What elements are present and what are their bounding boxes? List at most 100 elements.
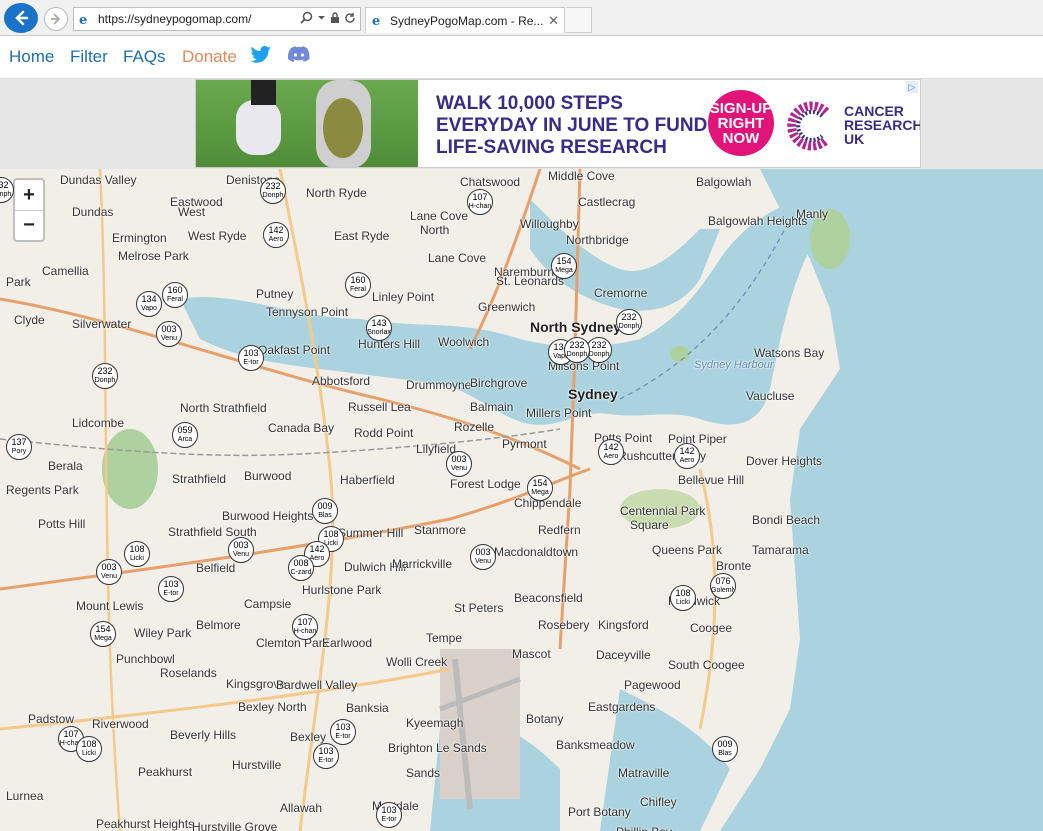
pokemon-marker[interactable]: 232Donph	[564, 337, 590, 363]
place-label: Peakhurst	[138, 765, 193, 779]
place-label: Square	[630, 518, 669, 532]
lock-icon[interactable]	[330, 11, 340, 24]
pokemon-marker[interactable]: 143 Snorlax	[366, 315, 392, 341]
place-label: Belmore	[196, 618, 241, 632]
pokemon-marker[interactable]: 059 Arca	[172, 422, 198, 448]
marker-name: E-tor	[318, 757, 334, 764]
pokemon-marker[interactable]: 154 Mega	[90, 621, 116, 647]
pokemon-marker[interactable]: 232Donph	[92, 363, 118, 389]
close-tab-icon[interactable]: ✕	[548, 13, 559, 29]
pokemon-marker[interactable]: 142 Aero	[263, 222, 289, 248]
place-label: Botany	[526, 712, 564, 726]
pokemon-marker[interactable]: 103 E-tor	[376, 802, 402, 828]
pokemon-marker[interactable]: 003 Venu	[96, 559, 122, 585]
place-label: West Ryde	[188, 229, 247, 243]
pokemon-marker[interactable]: 134 Vapo	[136, 291, 162, 317]
ad-banner[interactable]: WALK 10,000 STEPS EVERYDAY IN JUNE TO FU…	[195, 79, 921, 168]
back-button[interactable]	[4, 3, 38, 33]
place-label: Camellia	[42, 264, 89, 278]
pokemon-marker[interactable]: 232Donph	[260, 178, 286, 204]
signup-badge[interactable]: SIGN-UP RIGHT NOW	[708, 90, 774, 156]
pokemon-marker[interactable]: 160 Feral	[345, 272, 371, 298]
marker-name: Aero	[679, 457, 695, 464]
pokemon-marker[interactable]: 003 Venu	[470, 544, 496, 570]
place-label: Willoughby	[520, 217, 579, 231]
search-icon[interactable]	[300, 11, 313, 24]
place-label: Strathfield	[172, 472, 227, 486]
place-label: Oakfast Point	[258, 343, 331, 357]
refresh-icon[interactable]	[344, 12, 356, 24]
pokemon-marker[interactable]: 008 C-zard	[288, 555, 314, 581]
marker-number: 142	[603, 442, 619, 452]
pokemon-marker[interactable]: 108 Licki	[670, 585, 696, 611]
place-label: Chatswood	[460, 175, 521, 189]
pokemon-marker[interactable]: 137 Pory	[6, 434, 32, 460]
zoom-control: + −	[13, 178, 45, 242]
place-label: Wiley Park	[134, 626, 192, 640]
nav-filter[interactable]: Filter	[70, 47, 108, 67]
pokemon-marker[interactable]: 154 Mega	[527, 475, 553, 501]
pokemon-marker[interactable]: 103 E-tor	[330, 719, 356, 745]
pokemon-marker[interactable]: 142 Aero	[674, 443, 700, 469]
pokemon-marker[interactable]: 076 Golemly	[710, 573, 736, 599]
marker-number: 160	[167, 285, 183, 295]
discord-icon[interactable]	[287, 46, 310, 69]
nav-faqs[interactable]: FAQs	[123, 47, 166, 67]
marker-name: Mega	[94, 635, 112, 642]
ad-headline: WALK 10,000 STEPS EVERYDAY IN JUNE TO FU…	[436, 93, 708, 158]
pokemon-marker[interactable]: 103 E-tor	[158, 576, 184, 602]
pokemon-marker[interactable]: 009 Blas	[312, 498, 338, 524]
marker-name: Venu	[475, 558, 491, 565]
place-label: Sydney	[568, 386, 618, 402]
marker-number: 232	[0, 180, 9, 190]
pokemon-marker[interactable]: 154 Mega	[551, 253, 577, 279]
marker-name: Venu	[161, 335, 177, 342]
zoom-out-button[interactable]: −	[15, 210, 43, 240]
pokemon-marker[interactable]: 103 E-tor	[238, 345, 264, 371]
pokemon-marker[interactable]: 142 Aero	[598, 439, 624, 465]
pokemon-marker[interactable]: 107 H-chan	[467, 189, 493, 215]
place-label: Dundas Valley	[60, 173, 137, 187]
marker-name: Feral	[167, 296, 183, 303]
pokemon-marker[interactable]: 108 Licki	[76, 736, 102, 762]
place-label: Beverly Hills	[170, 728, 237, 742]
place-label: Banksia	[346, 701, 389, 715]
place-label: Beaconsfield	[514, 591, 583, 605]
forward-button[interactable]	[44, 7, 68, 31]
twitter-icon[interactable]	[250, 45, 272, 70]
marker-name: C-zard	[290, 569, 312, 576]
new-tab-button[interactable]	[566, 7, 592, 33]
adchoices-icon[interactable]: ▷	[906, 81, 918, 93]
zoom-in-button[interactable]: +	[15, 180, 43, 210]
place-label: Ermington	[112, 231, 167, 245]
address-bar[interactable]: e https://sydneypogomap.com/	[73, 7, 361, 31]
place-label: Brighton Le Sands	[388, 741, 487, 755]
nav-donate[interactable]: Donate	[182, 47, 237, 67]
place-label: Drummoyne	[406, 378, 472, 392]
place-label: South Coogee	[668, 658, 745, 672]
chevron-down-icon[interactable]	[317, 13, 326, 22]
map[interactable]: + − Dundas Valley Denistone North Ryde Chat…	[0, 169, 1043, 831]
marker-number: 142	[268, 225, 284, 235]
pokemon-marker[interactable]: 107 H-chan	[292, 614, 318, 640]
pokemon-marker[interactable]: 232Donph	[616, 309, 642, 335]
nav-home[interactable]: Home	[9, 47, 54, 67]
svg-text:e: e	[79, 13, 87, 26]
pokemon-marker[interactable]: 003 Venu	[156, 321, 182, 347]
pokemon-marker[interactable]: 103 E-tor	[313, 743, 339, 769]
marker-name: E-tor	[163, 590, 179, 597]
pokemon-marker[interactable]: 003 Venu	[446, 451, 472, 477]
place-label: Padstow	[28, 712, 75, 726]
place-label: Chifley	[640, 795, 677, 809]
browser-tab[interactable]: e SydneyPogoMap.com - Re... ✕	[365, 7, 565, 33]
marker-number: 232	[265, 181, 281, 191]
arrow-right-icon	[51, 13, 61, 25]
url-text[interactable]: https://sydneypogomap.com/	[98, 12, 251, 26]
ie-page-icon: e	[78, 12, 92, 31]
place-label: North	[420, 223, 450, 237]
pokemon-marker[interactable]: 160 Feral	[162, 282, 188, 308]
pokemon-marker[interactable]: 108 Licki	[124, 541, 150, 567]
pokemon-marker[interactable]: 003 Venu	[228, 537, 254, 563]
pokemon-marker[interactable]: 009 Blas	[712, 736, 738, 762]
place-label: Campsie	[244, 597, 292, 611]
